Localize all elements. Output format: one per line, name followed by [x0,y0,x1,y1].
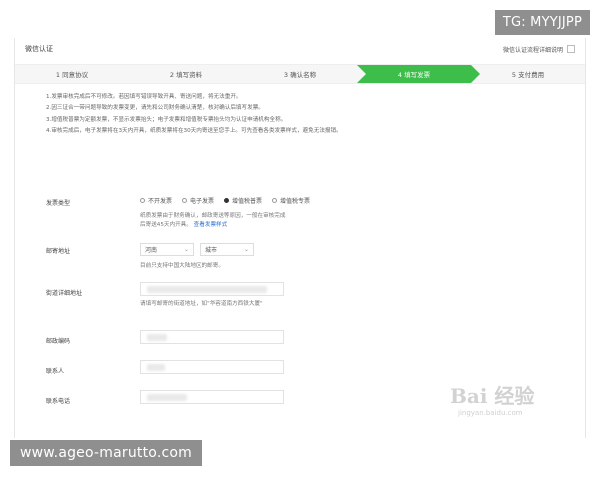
chevron-down-icon: ⌄ [243,246,249,253]
mailing-help: 目前只支持中国大陆地区的邮寄。 [140,263,224,269]
contact-person-input[interactable] [140,360,284,374]
mailing-address-label: 邮寄地址 [46,248,71,255]
invoice-type-label: 发票类型 [46,200,71,207]
baidu-watermark: Bai 经验 jingyan.baidu.com [450,384,535,417]
radio-e-invoice[interactable]: 电子发票 [182,196,214,205]
step-2: 2 填写资料 [169,71,203,79]
chevron-down-icon: ⌄ [183,246,189,253]
contact-person-label: 联系人 [46,368,65,375]
invoice-help: 纸质发票由于财务确认，邮政寄送等原因，一般在审核完成后寄送45天内开具。 查看发… [140,213,286,228]
redacted-text [147,286,267,293]
radio-dot-selected [224,198,230,203]
redacted-text [147,334,167,341]
step-5: 5 支付费用 [511,71,545,79]
help-link[interactable]: 微信认证流程详细说明 [503,45,575,54]
step-4-active: 4 填写发票 [357,65,480,83]
radio-dot [140,198,145,203]
phone-label: 联系电话 [46,398,71,405]
header-bar: 微信认证 微信认证流程详细说明 [15,38,585,60]
radio-vat-normal[interactable]: 增值税普票 [224,196,262,205]
invoice-sample-link[interactable]: 查看发票样式 [194,222,228,228]
step-1: 1 同意协议 [55,71,89,79]
street-address-input[interactable] [140,282,284,296]
radio-dot [182,198,188,203]
page-title: 微信认证 [25,45,53,53]
note-2: 2.因三证合一带问题导致的发票变更，请先和公司财务确认清楚，核对确认后填写发票。 [46,105,264,112]
radio-dot [272,198,278,203]
expand-icon [567,45,575,53]
step-3: 3 确认名称 [283,71,317,79]
note-4: 4.审核完成后，电子发票将在3天内开具，纸质发票将在30天内寄送至您手上。可先查… [46,127,342,134]
street-help: 请填写邮寄的街道地址，如"华容道南方西铁大厦" [140,301,263,307]
redacted-text [147,364,165,371]
phone-input[interactable] [140,390,284,404]
city-select[interactable]: 城市 ⌄ [200,243,254,256]
note-3: 3.增值税普票为定额发票，不显示发票抬头；电子发票和增值税专票抬头均为认证申请机… [46,116,287,123]
note-1: 1.发票审核完成后不可修改。若因填写错误导致开具、寄送问题，将无法重开。 [46,94,242,100]
invoice-type-group: 不开发票 电子发票 增值税普票 增值税专票 [140,196,310,205]
radio-vat-special[interactable]: 增值税专票 [272,196,310,205]
province-select[interactable]: 河南 ⌄ [140,243,194,256]
help-label: 微信认证流程详细说明 [502,46,563,54]
overlay-tag-top-right: TG: MYYJJPP [494,10,590,35]
radio-no-invoice[interactable]: 不开发票 [140,196,172,205]
postal-code-label: 邮政编码 [46,338,71,345]
instructions: 1.发票审核完成后不可修改。若因填写错误导致开具、寄送问题，将无法重开。 2.因… [46,92,486,137]
overlay-url-bottom-left: www.ageo-marutto.com [10,440,202,466]
redacted-text [147,394,187,401]
street-address-label: 街道详细地址 [46,290,83,297]
postal-code-input[interactable] [140,330,284,344]
progress-steps: 1 同意协议 2 填写资料 3 确认名称 4 填写发票 5 支付费用 [15,64,585,84]
